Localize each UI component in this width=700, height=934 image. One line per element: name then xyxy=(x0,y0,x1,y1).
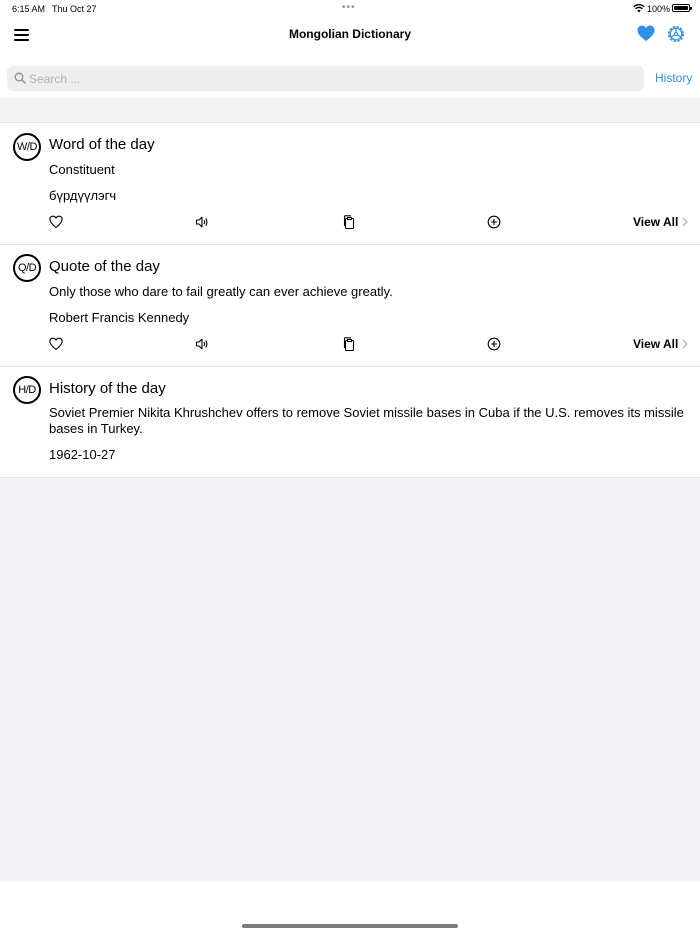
add-circle-icon[interactable] xyxy=(487,337,501,351)
chevron-right-icon xyxy=(682,217,688,227)
word-of-day-badge-icon: W/D xyxy=(13,133,41,161)
history-button[interactable]: History xyxy=(655,71,692,85)
card-actions: View All xyxy=(0,337,700,353)
battery-fill xyxy=(674,6,688,10)
copy-icon[interactable] xyxy=(342,215,356,229)
word-mongolian: бүрдүүлэгч xyxy=(49,188,117,203)
status-time: 6:15 AM xyxy=(12,4,46,14)
settings-gear-icon[interactable] xyxy=(666,24,686,44)
page-title: Mongolian Dictionary xyxy=(288,27,411,41)
quote-of-day-badge-icon: Q/D xyxy=(13,254,41,282)
favorite-heart-icon[interactable] xyxy=(49,337,63,351)
status-bar: 6:15 AM Thu Oct 27 ••• 100% xyxy=(0,0,700,18)
add-circle-icon[interactable] xyxy=(487,215,501,229)
battery-percent: 100% xyxy=(647,4,671,14)
search-box[interactable] xyxy=(7,66,644,91)
wifi-icon xyxy=(633,3,645,13)
card-actions: View All xyxy=(0,215,700,231)
quote-text: Only those who dare to fail greatly can … xyxy=(49,284,393,299)
search-input[interactable] xyxy=(29,66,629,91)
view-all-button[interactable]: View All xyxy=(633,215,678,229)
chevron-right-icon xyxy=(682,339,688,349)
card-title: History of the day xyxy=(49,380,166,397)
home-indicator[interactable] xyxy=(242,924,458,928)
status-date: Thu Oct 27 xyxy=(52,4,97,14)
search-row: History xyxy=(0,66,700,92)
search-icon xyxy=(14,72,26,84)
favorite-heart-icon[interactable] xyxy=(49,215,63,229)
copy-icon[interactable] xyxy=(342,337,356,351)
history-of-day-badge-icon: H/D xyxy=(13,376,41,404)
card-title: Quote of the day xyxy=(49,258,160,275)
history-text: Soviet Premier Nikita Khrushchev offers … xyxy=(49,405,684,436)
card-title: Word of the day xyxy=(49,136,155,153)
word-of-the-day-card: W/D Word of the day Constituent бүрдүүлэ… xyxy=(0,124,700,245)
word-english: Constituent xyxy=(49,162,115,177)
quote-author: Robert Francis Kennedy xyxy=(49,310,190,325)
history-of-the-day-card: H/D History of the day Soviet Premier Ni… xyxy=(0,367,700,478)
favorites-heart-icon[interactable] xyxy=(637,25,655,42)
speaker-icon[interactable] xyxy=(195,215,209,229)
history-date: 1962-10-27 xyxy=(49,447,116,462)
multitasking-dots[interactable]: ••• xyxy=(342,2,356,13)
speaker-icon[interactable] xyxy=(195,337,209,351)
navigation-bar: Mongolian Dictionary xyxy=(0,18,700,58)
battery-icon xyxy=(672,4,692,12)
quote-of-the-day-card: Q/D Quote of the day Only those who dare… xyxy=(0,245,700,367)
empty-content-area xyxy=(0,478,700,881)
section-divider xyxy=(0,98,700,123)
view-all-button[interactable]: View All xyxy=(633,337,678,351)
